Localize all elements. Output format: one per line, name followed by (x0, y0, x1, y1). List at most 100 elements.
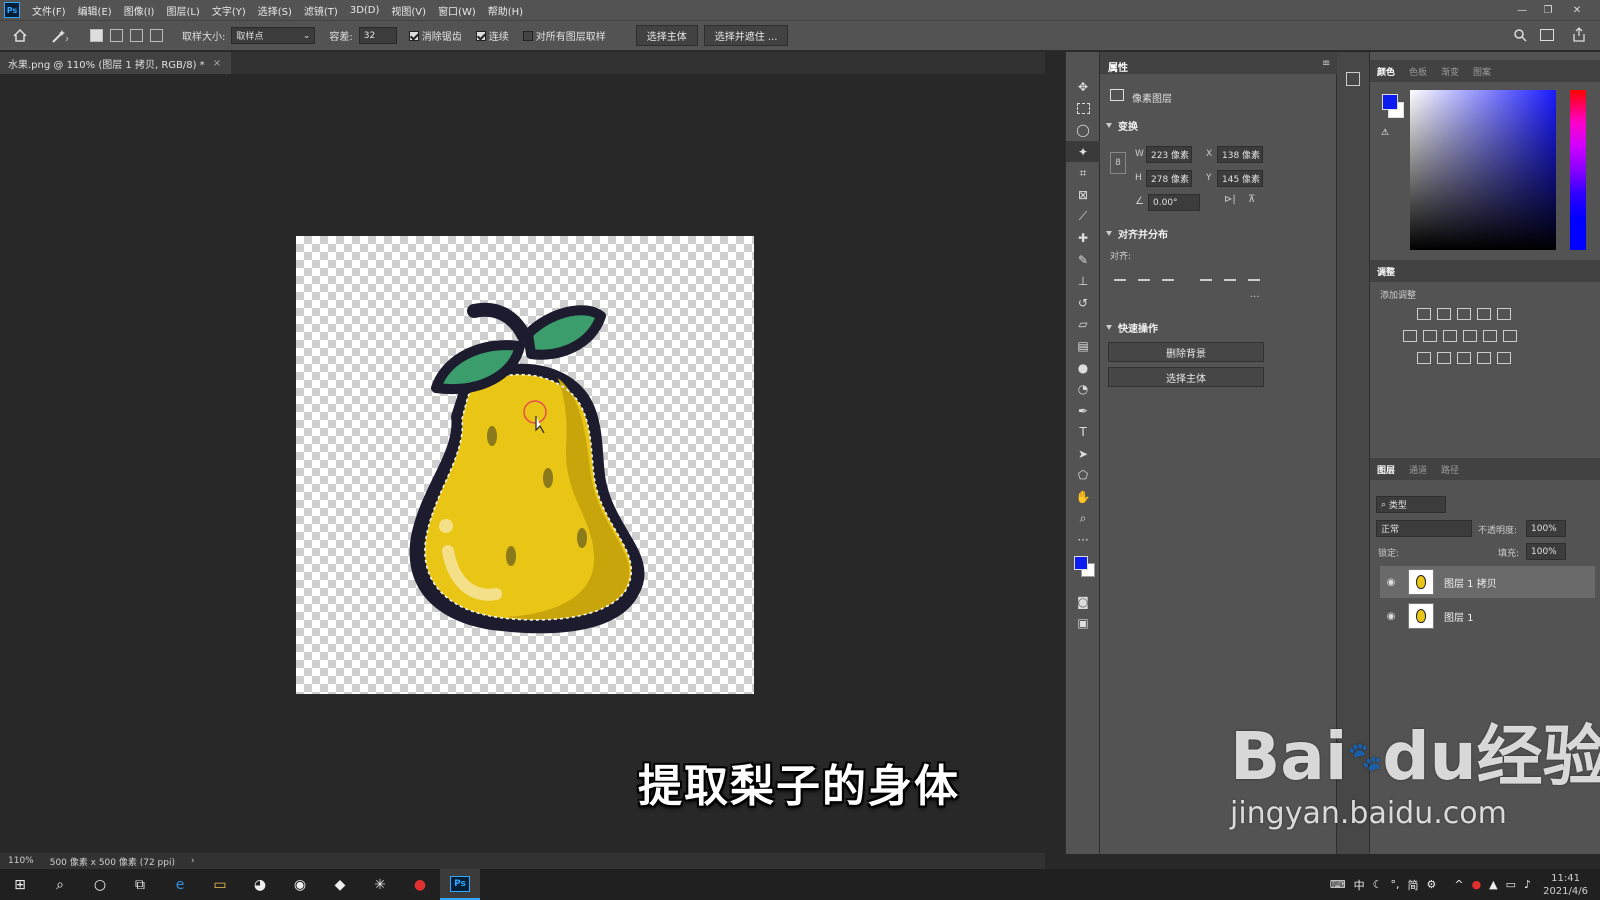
tab-swatches[interactable]: 色板 (1402, 65, 1434, 78)
history-brush-icon[interactable]: ↺ (1066, 292, 1100, 314)
menu-3d[interactable]: 3D(D) (344, 5, 386, 16)
flip-horizontal-icon[interactable]: ⊳| (1224, 194, 1236, 205)
marquee-tool-icon[interactable] (1066, 98, 1100, 120)
punctuation-icon[interactable]: °, (1390, 878, 1399, 891)
tab-layers[interactable]: 图层 (1370, 463, 1402, 476)
layer-kind-filter[interactable]: ⌕ 类型 (1376, 496, 1446, 513)
close-tab-icon[interactable]: × (213, 58, 221, 69)
threshold-icon[interactable] (1457, 352, 1471, 364)
gear-icon[interactable]: ⚙ (1426, 878, 1436, 891)
subtract-selection-icon[interactable] (130, 29, 143, 42)
brush-tool-icon[interactable]: ✎ (1066, 249, 1100, 271)
channel-mixer-icon[interactable] (1483, 330, 1497, 342)
brightness-icon[interactable] (1417, 308, 1431, 320)
add-selection-icon[interactable] (110, 29, 123, 42)
menu-edit[interactable]: 编辑(E) (72, 3, 118, 18)
align-section-header[interactable]: 对齐并分布 (1106, 226, 1168, 241)
foreground-color-swatch[interactable] (1074, 556, 1088, 571)
search-icon[interactable] (1514, 29, 1527, 45)
restore-button[interactable]: ❐ (1536, 0, 1560, 20)
align-bottom-icon[interactable] (1248, 270, 1260, 281)
screen-mode-icon[interactable]: ▣ (1066, 613, 1100, 635)
menu-view[interactable]: 视图(V) (385, 3, 432, 18)
antialias-checkbox[interactable] (408, 30, 419, 41)
hand-tool-icon[interactable]: ✋ (1066, 486, 1100, 508)
menu-layer[interactable]: 图层(L) (160, 3, 205, 18)
posterize-icon[interactable] (1437, 352, 1451, 364)
new-selection-icon[interactable] (90, 29, 103, 42)
curves-icon[interactable] (1457, 308, 1471, 320)
ime-simplified[interactable]: 简 (1407, 877, 1418, 893)
quick-select-subject-button[interactable]: 选择主体 (1108, 367, 1264, 387)
task-view-icon[interactable]: ⧉ (120, 869, 160, 900)
invert-icon[interactable] (1417, 352, 1431, 364)
edge-icon[interactable]: e (160, 869, 200, 900)
menu-image[interactable]: 图像(I) (118, 3, 161, 18)
zoom-tool-icon[interactable]: ⌕ (1066, 508, 1100, 530)
cortana-icon[interactable]: ○ (80, 869, 120, 900)
photo-filter-icon[interactable] (1463, 330, 1477, 342)
y-field[interactable]: 145 像素 (1217, 170, 1263, 187)
link-icon[interactable]: 8 (1110, 152, 1126, 174)
fill-field[interactable]: 100% (1526, 543, 1566, 560)
sample-all-layers-checkbox[interactable] (522, 30, 533, 41)
color-swatches[interactable] (1066, 551, 1099, 591)
contiguous-checkbox[interactable] (475, 30, 486, 41)
tab-patterns[interactable]: 图案 (1466, 65, 1498, 78)
clock[interactable]: 11:41 2021/4/6 (1543, 872, 1588, 898)
frame-tool-icon[interactable]: ⊠ (1066, 184, 1100, 206)
eyedropper-tool-icon[interactable]: ⟋ (1066, 206, 1100, 228)
app-tray-icon[interactable]: ▲ (1489, 878, 1497, 891)
black-white-icon[interactable] (1443, 330, 1457, 342)
lasso-tool-icon[interactable]: ◯ (1066, 119, 1100, 141)
more-options-icon[interactable]: ··· (1250, 292, 1260, 303)
select-and-mask-button[interactable]: 选择并遮住 ... (703, 25, 789, 46)
flip-vertical-icon[interactable]: ⊼ (1248, 194, 1255, 205)
magic-wand-icon[interactable]: ✦ (1066, 140, 1100, 163)
properties-tab[interactable]: 属性 (1108, 59, 1128, 74)
network-icon[interactable]: ▭ (1506, 878, 1516, 891)
remove-background-button[interactable]: 删除背景 (1108, 342, 1264, 362)
home-icon[interactable] (0, 29, 40, 42)
align-top-icon[interactable] (1200, 270, 1212, 281)
sample-size-select[interactable]: 取样点 ⌄ (231, 27, 316, 44)
keyboard-icon[interactable]: ⌨ (1330, 878, 1346, 891)
align-middle-v-icon[interactable] (1224, 270, 1236, 281)
history-panel-icon[interactable] (1346, 72, 1360, 86)
vibrance-icon[interactable] (1497, 308, 1511, 320)
image-canvas[interactable] (296, 236, 754, 694)
color-balance-icon[interactable] (1423, 330, 1437, 342)
layer-row[interactable]: ◉ 图层 1 (1380, 600, 1595, 632)
pen-tool-icon[interactable]: ✒ (1066, 400, 1100, 422)
workspace-icon[interactable] (1540, 29, 1554, 41)
menu-help[interactable]: 帮助(H) (482, 3, 529, 18)
browser-icon[interactable]: ◕ (240, 869, 280, 900)
intersect-selection-icon[interactable] (150, 29, 163, 42)
align-right-icon[interactable] (1162, 270, 1174, 281)
menu-file[interactable]: 文件(F) (26, 3, 72, 18)
menu-window[interactable]: 窗口(W) (432, 3, 482, 18)
layer-row[interactable]: ◉ 图层 1 拷贝 (1380, 566, 1595, 598)
menu-type[interactable]: 文字(Y) (206, 3, 252, 18)
share-icon[interactable] (1572, 27, 1586, 45)
zoom-level[interactable]: 110% (0, 856, 42, 866)
crop-tool-icon[interactable]: ⌗ (1066, 162, 1100, 184)
minimize-button[interactable]: — (1510, 0, 1534, 20)
exposure-icon[interactable] (1477, 308, 1491, 320)
eraser-tool-icon[interactable]: ▱ (1066, 314, 1100, 336)
photoshop-taskbar-icon[interactable]: Ps (440, 869, 480, 900)
quick-actions-header[interactable]: 快速操作 (1106, 320, 1158, 335)
windows-start-icon[interactable]: ⊞ (0, 869, 40, 900)
select-subject-button[interactable]: 选择主体 (635, 25, 698, 46)
width-field[interactable]: 223 像素 (1146, 146, 1192, 163)
moon-icon[interactable]: ☾ (1373, 878, 1383, 891)
stamp-tool-icon[interactable]: ⊥ (1066, 270, 1100, 292)
visibility-eye-icon[interactable]: ◉ (1380, 611, 1402, 622)
healing-brush-icon[interactable]: ✚ (1066, 227, 1100, 249)
document-tab[interactable]: 水果.png @ 110% (图层 1 拷贝, RGB/8) * × (0, 52, 232, 74)
path-select-icon[interactable]: ➤ (1066, 443, 1100, 465)
hue-slider[interactable] (1570, 90, 1586, 250)
recording-tray-icon[interactable]: ● (1472, 878, 1482, 891)
quick-mask-icon[interactable]: ◙ (1066, 591, 1100, 613)
volume-icon[interactable]: ♪ (1524, 878, 1531, 891)
